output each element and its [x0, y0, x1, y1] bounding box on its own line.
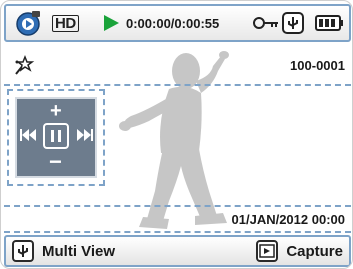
skip-forward-icon[interactable]	[77, 128, 93, 147]
pause-icon	[51, 130, 61, 142]
control-pad-frame: + −	[7, 89, 105, 186]
volume-down-button[interactable]: −	[49, 151, 62, 173]
playback-mode-icon	[14, 6, 42, 40]
quality-label: HD	[52, 14, 79, 32]
status-bar: HD 0:00:00/0:00:55	[4, 4, 351, 42]
skip-back-icon[interactable]	[20, 128, 36, 147]
multi-view-button[interactable]: Multi View	[12, 237, 115, 265]
play-icon	[102, 6, 120, 40]
file-number: 100-0001	[290, 58, 345, 73]
volume-up-button[interactable]: +	[50, 101, 62, 121]
capture-label: Capture	[286, 242, 343, 260]
recording-date: 01/JAN/2012 00:00	[231, 212, 345, 227]
date-row: 01/JAN/2012 00:00	[4, 205, 351, 233]
quality-badge: HD	[52, 6, 79, 40]
control-pad[interactable]: + −	[15, 97, 97, 178]
pause-button[interactable]	[43, 123, 69, 149]
key-icon	[253, 6, 279, 40]
info-row: 100-0001	[4, 46, 351, 86]
multi-view-icon	[12, 240, 34, 262]
battery-icon	[315, 6, 345, 40]
capture-icon	[256, 240, 279, 262]
effect-icon	[12, 54, 36, 83]
capture-button[interactable]: Capture	[256, 237, 343, 265]
bottom-bar: Multi View Capture	[4, 235, 351, 267]
multi-view-label: Multi View	[42, 242, 116, 260]
playback-screen: HD 0:00:00/0:00:55 100-0001 + − 01/JAN/2…	[0, 0, 353, 269]
timecode: 0:00:00/0:00:55	[126, 15, 220, 31]
usb-icon	[282, 6, 304, 40]
